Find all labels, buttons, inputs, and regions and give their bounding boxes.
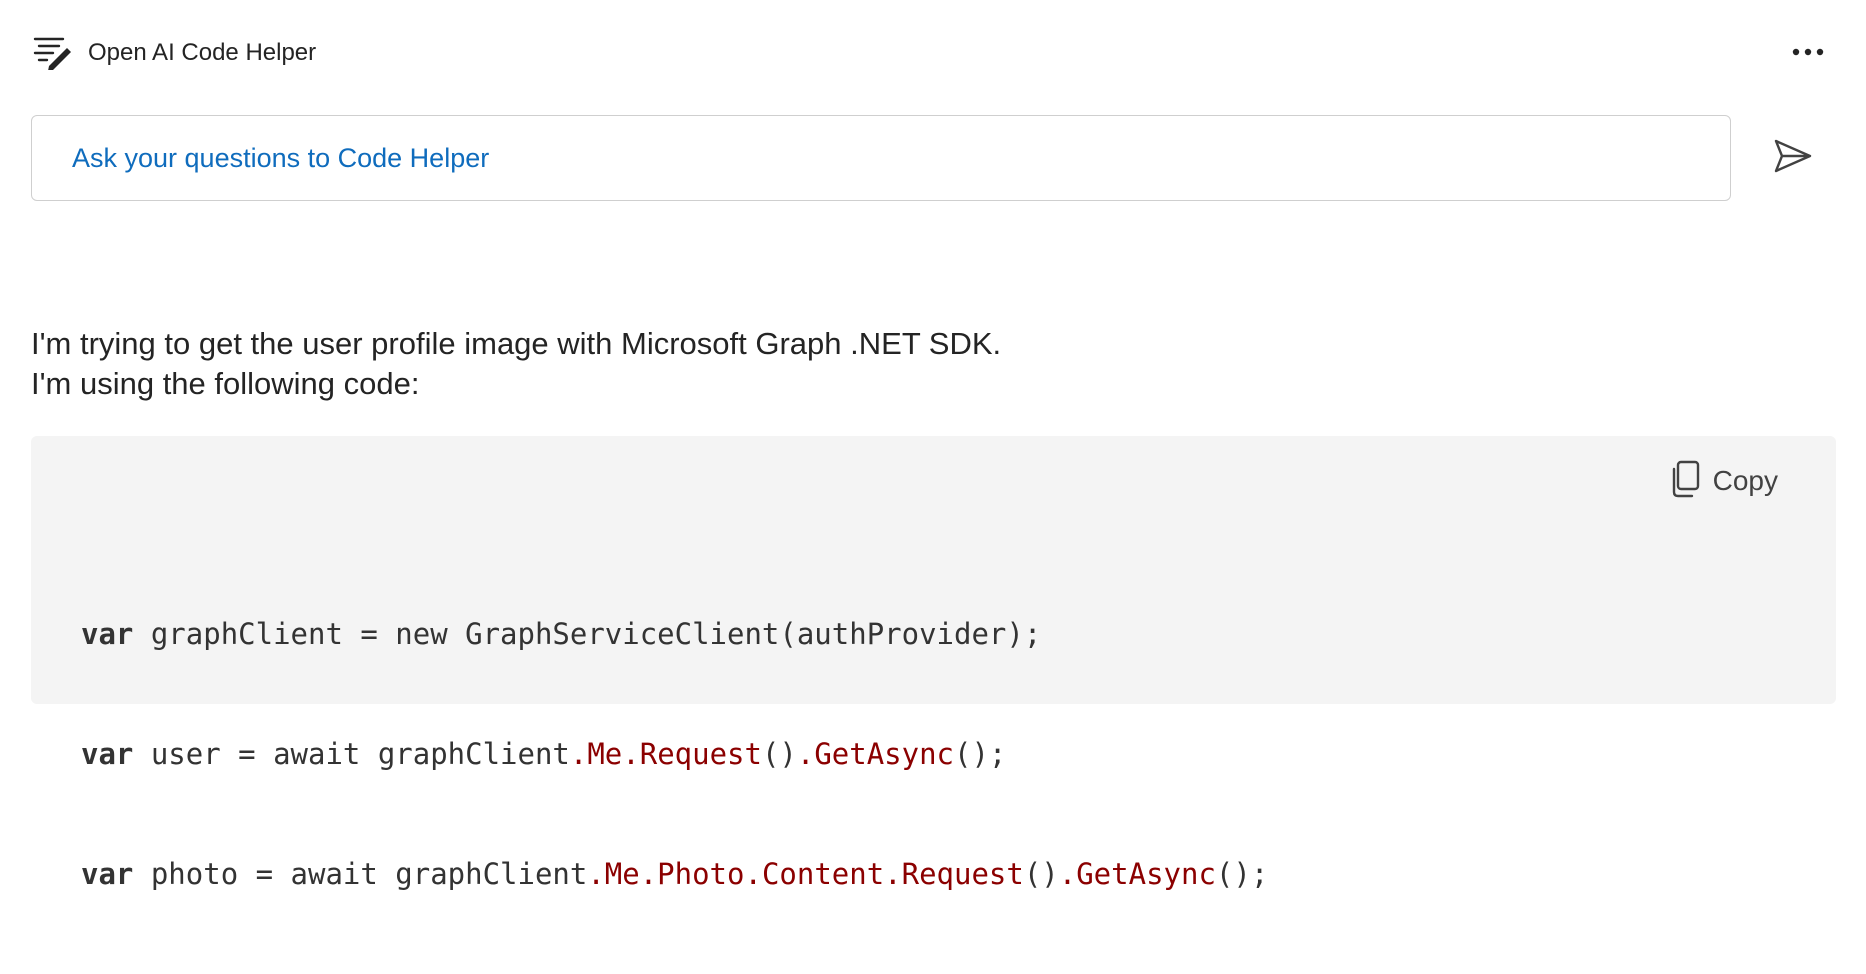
more-horizontal-icon xyxy=(1792,43,1824,61)
app-title: Open AI Code Helper xyxy=(88,39,317,66)
code-token: .GetAsync xyxy=(1058,857,1216,891)
message-line: I'm trying to get the user profile image… xyxy=(31,326,1002,361)
code-token: .Me.Photo.Content.Request xyxy=(587,857,1024,891)
message-line: I'm using the following code: xyxy=(31,366,420,401)
code-token: graphClient = new GraphServiceClient(aut… xyxy=(133,617,1042,651)
code-token: .GetAsync xyxy=(796,737,955,771)
code-block: Copy var graphClient = new GraphServiceC… xyxy=(31,436,1836,891)
code-token: photo = await graphClient xyxy=(133,857,588,891)
copy-icon xyxy=(1671,460,1701,503)
code-token: var xyxy=(81,617,134,651)
more-options-button[interactable] xyxy=(1786,30,1830,74)
code-token: .Me.Request xyxy=(569,737,762,771)
code-token: var xyxy=(81,857,134,891)
code-line: var user = await graphClient.Me.Request(… xyxy=(81,734,1268,774)
copy-button[interactable]: Copy xyxy=(1671,458,1778,504)
copy-label: Copy xyxy=(1712,465,1778,496)
code-token: (); xyxy=(954,737,1007,771)
code-token: () xyxy=(761,737,797,771)
code-line: var graphClient = new GraphServiceClient… xyxy=(81,614,1268,654)
send-button[interactable] xyxy=(1768,133,1818,183)
question-input[interactable] xyxy=(72,116,1710,200)
notes-pen-icon xyxy=(33,36,73,71)
user-message: I'm trying to get the user profile image… xyxy=(31,324,1001,404)
code-token: () xyxy=(1023,857,1059,891)
code-content: var graphClient = new GraphServiceClient… xyxy=(81,534,1268,974)
code-token: var xyxy=(81,737,134,771)
code-line: var photo = await graphClient.Me.Photo.C… xyxy=(81,854,1268,894)
send-icon xyxy=(1773,138,1813,179)
header-bar: Open AI Code Helper xyxy=(0,0,1866,104)
code-token: user = await graphClient xyxy=(133,737,570,771)
code-token: (); xyxy=(1215,857,1269,891)
question-input-box xyxy=(31,115,1731,201)
